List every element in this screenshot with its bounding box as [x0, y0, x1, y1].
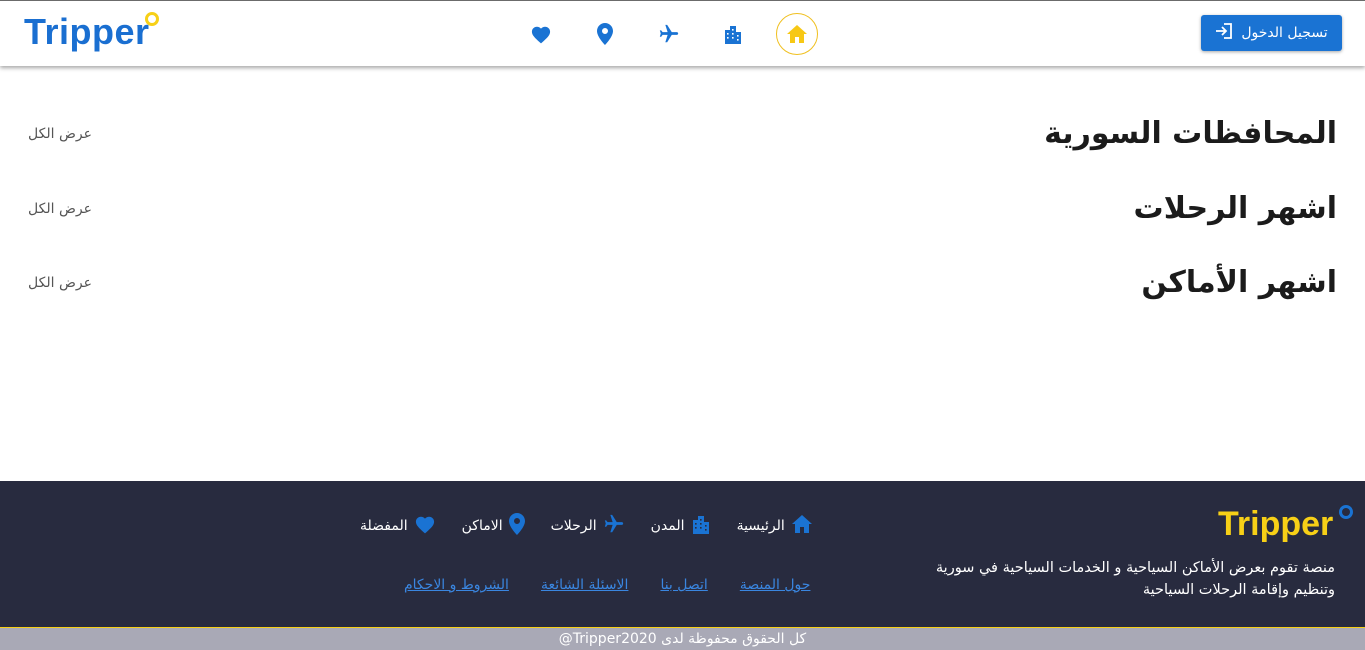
heart-icon: [530, 24, 552, 44]
footer-nav-favorites[interactable]: المفضلة: [360, 514, 436, 538]
nav-trips[interactable]: [648, 13, 690, 55]
footer-logo: Tripper: [1218, 505, 1334, 543]
section-governorates: المحافظات السورية عرض الكل: [0, 116, 1365, 166]
footer-link-about[interactable]: حول المنصة: [740, 577, 811, 593]
main-nav: [520, 12, 818, 56]
footer-nav-label: المفضلة: [360, 518, 408, 534]
footer-nav-label: الاماكن: [461, 518, 503, 534]
section-popular-places: اشهر الأماكن عرض الكل: [0, 265, 1365, 315]
footer-link-contact[interactable]: اتصل بنا: [660, 577, 707, 593]
footer-nav-label: الرحلات: [550, 518, 597, 534]
login-label: تسجيل الدخول: [1241, 25, 1328, 41]
nav-places[interactable]: [584, 13, 626, 55]
location-pin-icon: [508, 513, 525, 539]
login-icon: [1215, 23, 1233, 43]
city-buildings-icon: [723, 24, 743, 44]
view-all-link[interactable]: عرض الكل: [28, 275, 92, 291]
view-all-link[interactable]: عرض الكل: [28, 201, 92, 217]
nav-favorites[interactable]: [520, 13, 562, 55]
home-icon: [787, 25, 807, 43]
section-title: اشهر الأماكن: [1141, 265, 1337, 300]
footer: Tripper منصة تقوم بعرض الأماكن السياحية …: [0, 481, 1365, 627]
location-pin-icon: [597, 23, 613, 45]
nav-cities[interactable]: [712, 13, 754, 55]
login-button[interactable]: تسجيل الدخول: [1201, 15, 1342, 51]
footer-nav-label: المدن: [650, 518, 685, 534]
footer-logo-dot: [1339, 505, 1353, 519]
footer-nav-places[interactable]: الاماكن: [462, 513, 525, 539]
heart-icon: [414, 514, 436, 538]
top-navbar: Tripper تسجيل الدخول: [0, 0, 1365, 66]
footer-nav-cities[interactable]: المدن: [651, 514, 711, 538]
footer-nav-label: الرئيسية: [736, 518, 785, 534]
footer-description: منصة تقوم بعرض الأماكن السياحية و الخدما…: [935, 560, 1335, 598]
section-title: اشهر الرحلات: [1133, 191, 1337, 226]
section-title: المحافظات السورية: [1044, 116, 1337, 151]
footer-link-terms[interactable]: الشروط و الاحكام: [404, 577, 509, 593]
footer-nav-home[interactable]: الرئيسية: [737, 515, 813, 537]
section-popular-trips: اشهر الرحلات عرض الكل: [0, 191, 1365, 241]
copyright-bar: كل الحقوق محفوظة لدى Tripper2020@: [0, 627, 1365, 650]
logo-dot: [145, 12, 159, 26]
footer-nav: الرئيسية المدن الرحلات الاماكن المفضلة: [360, 513, 813, 539]
airplane-icon: [658, 23, 680, 45]
home-icon: [791, 515, 813, 537]
nav-home[interactable]: [776, 13, 818, 55]
footer-nav-trips[interactable]: الرحلات: [551, 513, 625, 539]
view-all-link[interactable]: عرض الكل: [28, 126, 92, 142]
footer-link-faq[interactable]: الاسئلة الشائعة: [541, 577, 629, 593]
city-buildings-icon: [691, 514, 711, 538]
footer-links: حول المنصة اتصل بنا الاسئلة الشائعة الشر…: [404, 577, 810, 593]
airplane-icon: [603, 513, 625, 539]
logo[interactable]: Tripper: [24, 11, 150, 53]
